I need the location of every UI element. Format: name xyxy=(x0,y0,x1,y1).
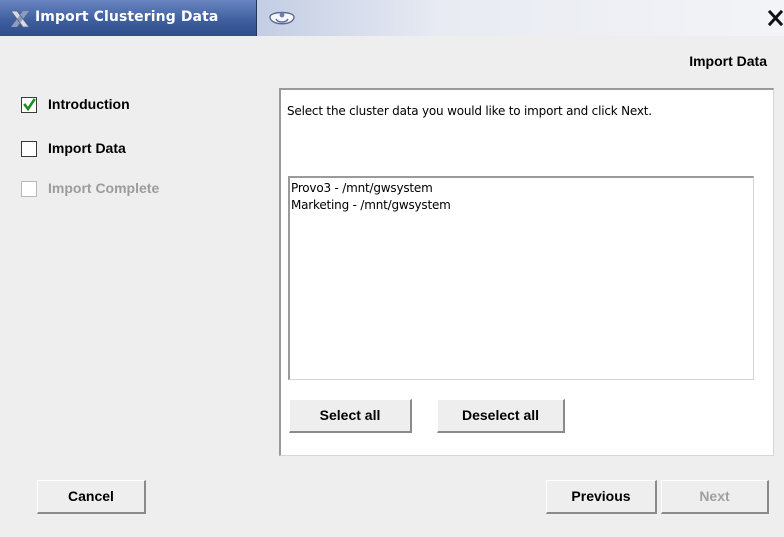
step-label: Import Complete xyxy=(48,180,160,196)
title-bar-fill xyxy=(257,0,784,36)
list-item[interactable]: Provo3 - /mnt/gwsystem xyxy=(291,181,433,195)
cancel-button[interactable]: Cancel xyxy=(37,480,146,514)
window-shade-icon[interactable] xyxy=(267,8,297,30)
cluster-list[interactable]: Provo3 - /mnt/gwsystem Marketing - /mnt/… xyxy=(288,176,754,380)
import-clustering-dialog: Import Clustering Data Import Data Intro… xyxy=(0,0,784,537)
step-title: Import Data xyxy=(689,53,767,69)
step-label: Import Data xyxy=(48,140,126,156)
window-title: Import Clustering Data xyxy=(35,9,219,25)
close-icon[interactable] xyxy=(767,9,784,27)
title-tab[interactable]: Import Clustering Data xyxy=(0,0,257,36)
checkmark-icon xyxy=(23,98,36,112)
deselect-all-button[interactable]: Deselect all xyxy=(437,399,565,433)
title-bar[interactable]: Import Clustering Data xyxy=(0,0,784,36)
instruction-text: Select the cluster data you would like t… xyxy=(287,104,652,118)
step-label: Introduction xyxy=(48,96,130,112)
step-checkbox xyxy=(21,97,37,113)
step-checkbox xyxy=(21,181,37,197)
list-item[interactable]: Marketing - /mnt/gwsystem xyxy=(291,198,451,212)
content-panel: Select the cluster data you would like t… xyxy=(279,88,774,456)
previous-button[interactable]: Previous xyxy=(546,480,657,514)
app-x-icon[interactable] xyxy=(9,10,31,28)
step-checkbox xyxy=(21,141,37,157)
next-button[interactable]: Next xyxy=(661,480,769,514)
select-all-button[interactable]: Select all xyxy=(289,399,412,433)
